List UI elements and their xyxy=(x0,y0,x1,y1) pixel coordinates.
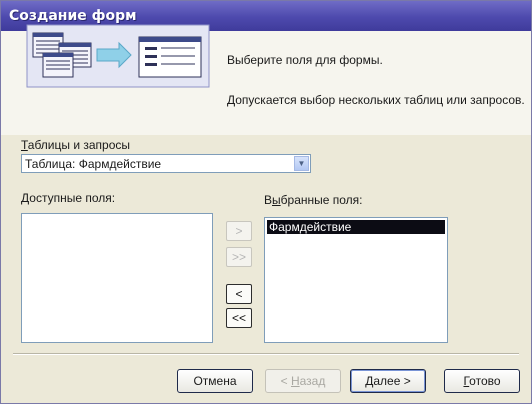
add-all-fields-button[interactable]: >> xyxy=(226,247,252,267)
available-fields-list[interactable] xyxy=(21,213,213,343)
next-button[interactable]: Далее > xyxy=(350,369,426,393)
selected-fields-list[interactable]: Фармдействие xyxy=(264,217,448,343)
finish-button[interactable]: Готово xyxy=(444,369,520,393)
remove-all-fields-button[interactable]: << xyxy=(226,308,252,328)
tables-queries-select[interactable]: Таблица: Фармдействие ▼ xyxy=(21,154,311,173)
intro-text-select-fields: Выберите поля для формы. xyxy=(227,53,383,67)
intro-text-multiple-tables: Допускается выбор нескольких таблиц или … xyxy=(227,93,525,107)
list-item[interactable]: Фармдействие xyxy=(267,220,445,234)
footer-divider xyxy=(13,353,519,355)
tables-queries-select-value: Таблица: Фармдействие xyxy=(25,157,162,171)
cancel-button[interactable]: Отмена xyxy=(177,369,253,393)
tables-queries-label: Таблицы и запросы xyxy=(21,138,131,152)
form-wizard-window: Создание форм Выберите поля для формы. Д… xyxy=(0,0,532,404)
chevron-down-icon[interactable]: ▼ xyxy=(294,156,309,171)
add-field-button[interactable]: > xyxy=(226,221,252,241)
wizard-illustration xyxy=(26,24,210,88)
selected-fields-label: Выбранные поля: xyxy=(264,193,363,207)
available-fields-label: Доступные поля: xyxy=(21,191,116,205)
remove-field-button[interactable]: < xyxy=(226,284,252,304)
back-button[interactable]: < Назад xyxy=(265,369,341,393)
